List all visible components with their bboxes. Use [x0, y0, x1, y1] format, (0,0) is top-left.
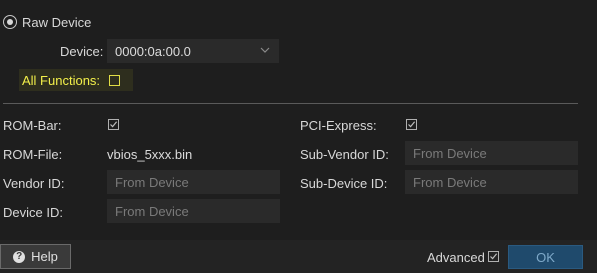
checkmark-icon [490, 253, 498, 260]
device-id-placeholder: From Device [115, 203, 189, 219]
raw-device-radio[interactable] [3, 15, 17, 29]
sub-vendor-id-field[interactable]: From Device [405, 141, 578, 165]
rom-file-value[interactable]: vbios_5xxx.bin [107, 147, 192, 162]
sub-vendor-id-label: Sub-Vendor ID: [300, 147, 389, 162]
pci-express-checkbox[interactable] [406, 119, 417, 130]
rom-file-label: ROM-File: [3, 147, 63, 162]
device-select[interactable]: 0000:0a:00.0 [107, 39, 279, 63]
all-functions-label: All Functions: [22, 73, 101, 88]
raw-device-option[interactable]: Raw Device [3, 12, 91, 32]
sub-device-id-label: Sub-Device ID: [300, 176, 388, 191]
checkmark-icon [408, 121, 416, 128]
rom-bar-checkbox[interactable] [108, 119, 119, 130]
help-button[interactable]: ? Help [0, 244, 71, 269]
checkmark-icon [110, 121, 118, 128]
device-id-label: Device ID: [3, 205, 63, 220]
sub-vendor-id-placeholder: From Device [413, 145, 487, 161]
device-select-value: 0000:0a:00.0 [115, 43, 191, 59]
advanced-checkbox[interactable] [488, 251, 499, 262]
sub-device-id-field[interactable]: From Device [405, 170, 578, 194]
vendor-id-label: Vendor ID: [3, 176, 65, 191]
vendor-id-placeholder: From Device [115, 174, 189, 190]
pci-express-label: PCI-Express: [300, 118, 377, 133]
help-button-label: Help [31, 249, 58, 264]
help-icon: ? [13, 250, 26, 263]
rom-bar-label: ROM-Bar: [3, 118, 62, 133]
all-functions-checkbox[interactable] [109, 75, 120, 86]
device-label: Device: [60, 44, 104, 59]
ok-button[interactable]: OK [508, 245, 583, 269]
chevron-down-icon [260, 47, 270, 53]
vendor-id-field[interactable]: From Device [107, 170, 280, 194]
section-divider [3, 103, 578, 104]
raw-device-label: Raw Device [22, 14, 92, 30]
device-id-field[interactable]: From Device [107, 199, 280, 223]
sub-device-id-placeholder: From Device [413, 174, 487, 190]
ok-button-label: OK [536, 249, 555, 265]
advanced-label: Advanced [427, 250, 485, 265]
